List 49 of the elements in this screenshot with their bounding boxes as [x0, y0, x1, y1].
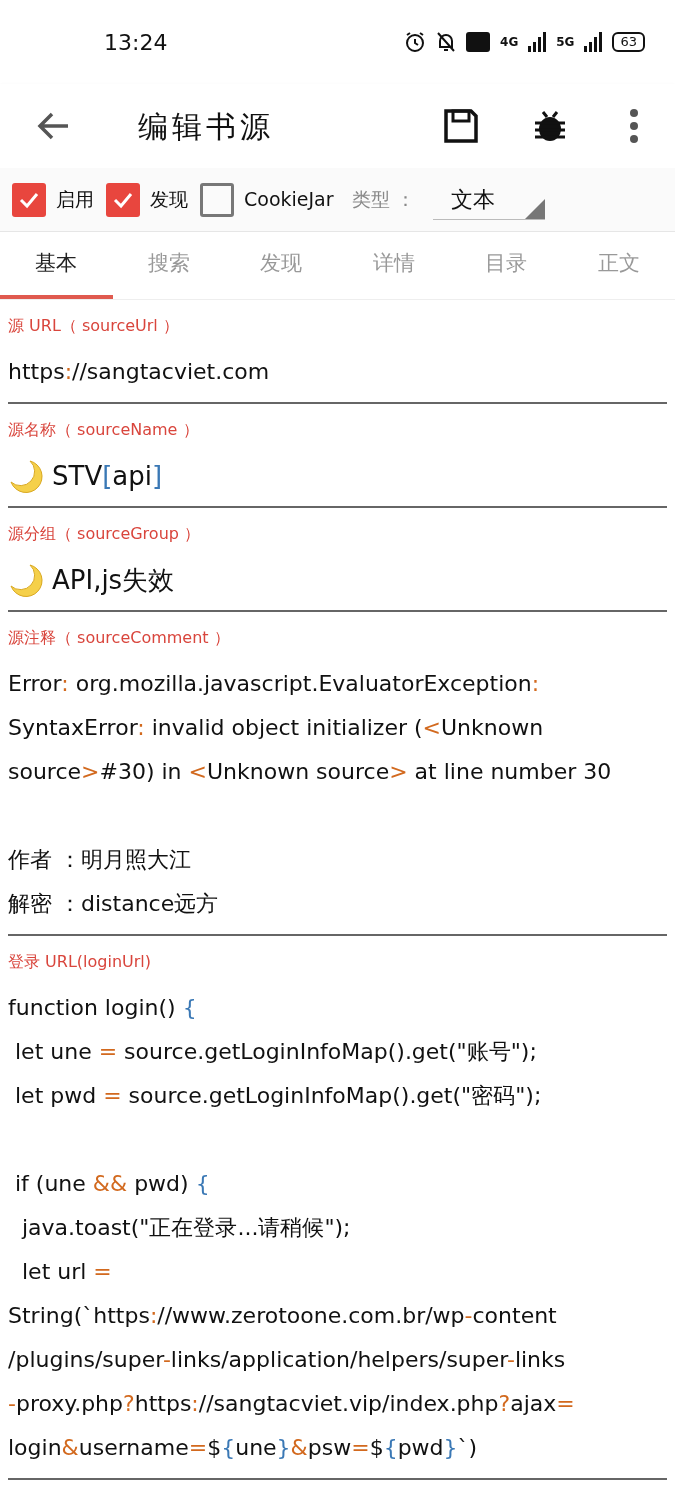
signal-icon: [528, 32, 547, 52]
checkbox[interactable]: [200, 182, 234, 217]
field-text-line[interactable]: API,js失效: [52, 558, 175, 602]
field-text-line[interactable]: login&username=${une}&psw=${pwd}`): [8, 1426, 667, 1470]
field-text-line[interactable]: SyntaxError: invalid object initializer (<Unknown: [8, 706, 667, 750]
checkbox-label: 发现: [150, 187, 188, 213]
field-text-line[interactable]: 作者 ：明月照大江: [8, 838, 667, 882]
field-text-line[interactable]: /plugins/super-links/application/helpers/super-links: [8, 1338, 667, 1382]
field-text-line[interactable]: String(`https://www.zerotoone.com.br/wp-content: [8, 1294, 667, 1338]
field-text-line[interactable]: Error: org.mozilla.javascript.EvaluatorException:: [8, 662, 667, 706]
checkbox-label: 启用: [56, 187, 94, 213]
toolbar-title: 编辑书源: [138, 107, 274, 146]
crescent-moon-icon: [8, 562, 44, 598]
field-text-line[interactable]: source>#30) in <Unknown source> at line number 30: [8, 750, 667, 794]
status-time: 13:24: [104, 28, 168, 57]
field-text-line[interactable]: let pwd = source.getLoginInfoMap().get("密码");: [8, 1074, 667, 1118]
checkbox[interactable]: [12, 182, 46, 217]
more-icon[interactable]: [629, 109, 639, 143]
field-text-line[interactable]: java.toast("正在登录...请稍候");: [8, 1206, 667, 1250]
field-text-line[interactable]: 解密 ：distance远方: [8, 882, 667, 926]
crescent-moon-icon: [8, 458, 44, 494]
field-text-line[interactable]: https://sangtacviet.com: [8, 350, 667, 394]
field-label: 登录 URL(loginUrl): [8, 951, 153, 973]
checkbox[interactable]: [106, 182, 140, 217]
field-text-line[interactable]: -proxy.php?https://sangtacviet.vip/index.php?ajax=: [8, 1382, 667, 1426]
hd-icon: [466, 32, 491, 52]
field-text-line[interactable]: let url =: [8, 1250, 667, 1294]
type-dropdown[interactable]: 文本: [432, 179, 545, 220]
network-label: 5G: [556, 34, 575, 51]
field-text-line[interactable]: if (une && pwd) {: [8, 1162, 667, 1206]
type-label: 类型 ：: [351, 187, 415, 213]
network-label: 4G: [500, 34, 519, 51]
field-text-line[interactable]: function login() {: [8, 986, 667, 1030]
bug-icon[interactable]: [533, 109, 567, 143]
field-label: 源名称（ sourceName ）: [8, 419, 200, 441]
signal-icon: [584, 32, 603, 52]
field-text-line[interactable]: let une = source.getLoginInfoMap().get("账号");: [8, 1030, 667, 1074]
field-text-line[interactable]: STV[api]: [52, 454, 163, 498]
field-label: 源分组（ sourceGroup ）: [8, 523, 201, 545]
field-label: 源 URL（ sourceUrl ）: [8, 315, 180, 337]
battery-indicator: 63: [612, 32, 645, 52]
field-label: 源注释（ sourceComment ）: [8, 627, 231, 649]
back-arrow-icon[interactable]: [36, 111, 70, 141]
muted-bell-icon: [436, 31, 457, 53]
save-icon[interactable]: [443, 108, 479, 144]
checkbox-label: CookieJar: [244, 187, 334, 213]
dropdown-corner-icon: [524, 198, 545, 219]
alarm-clock-icon: [404, 31, 427, 53]
tab[interactable]: 基本: [0, 232, 113, 299]
